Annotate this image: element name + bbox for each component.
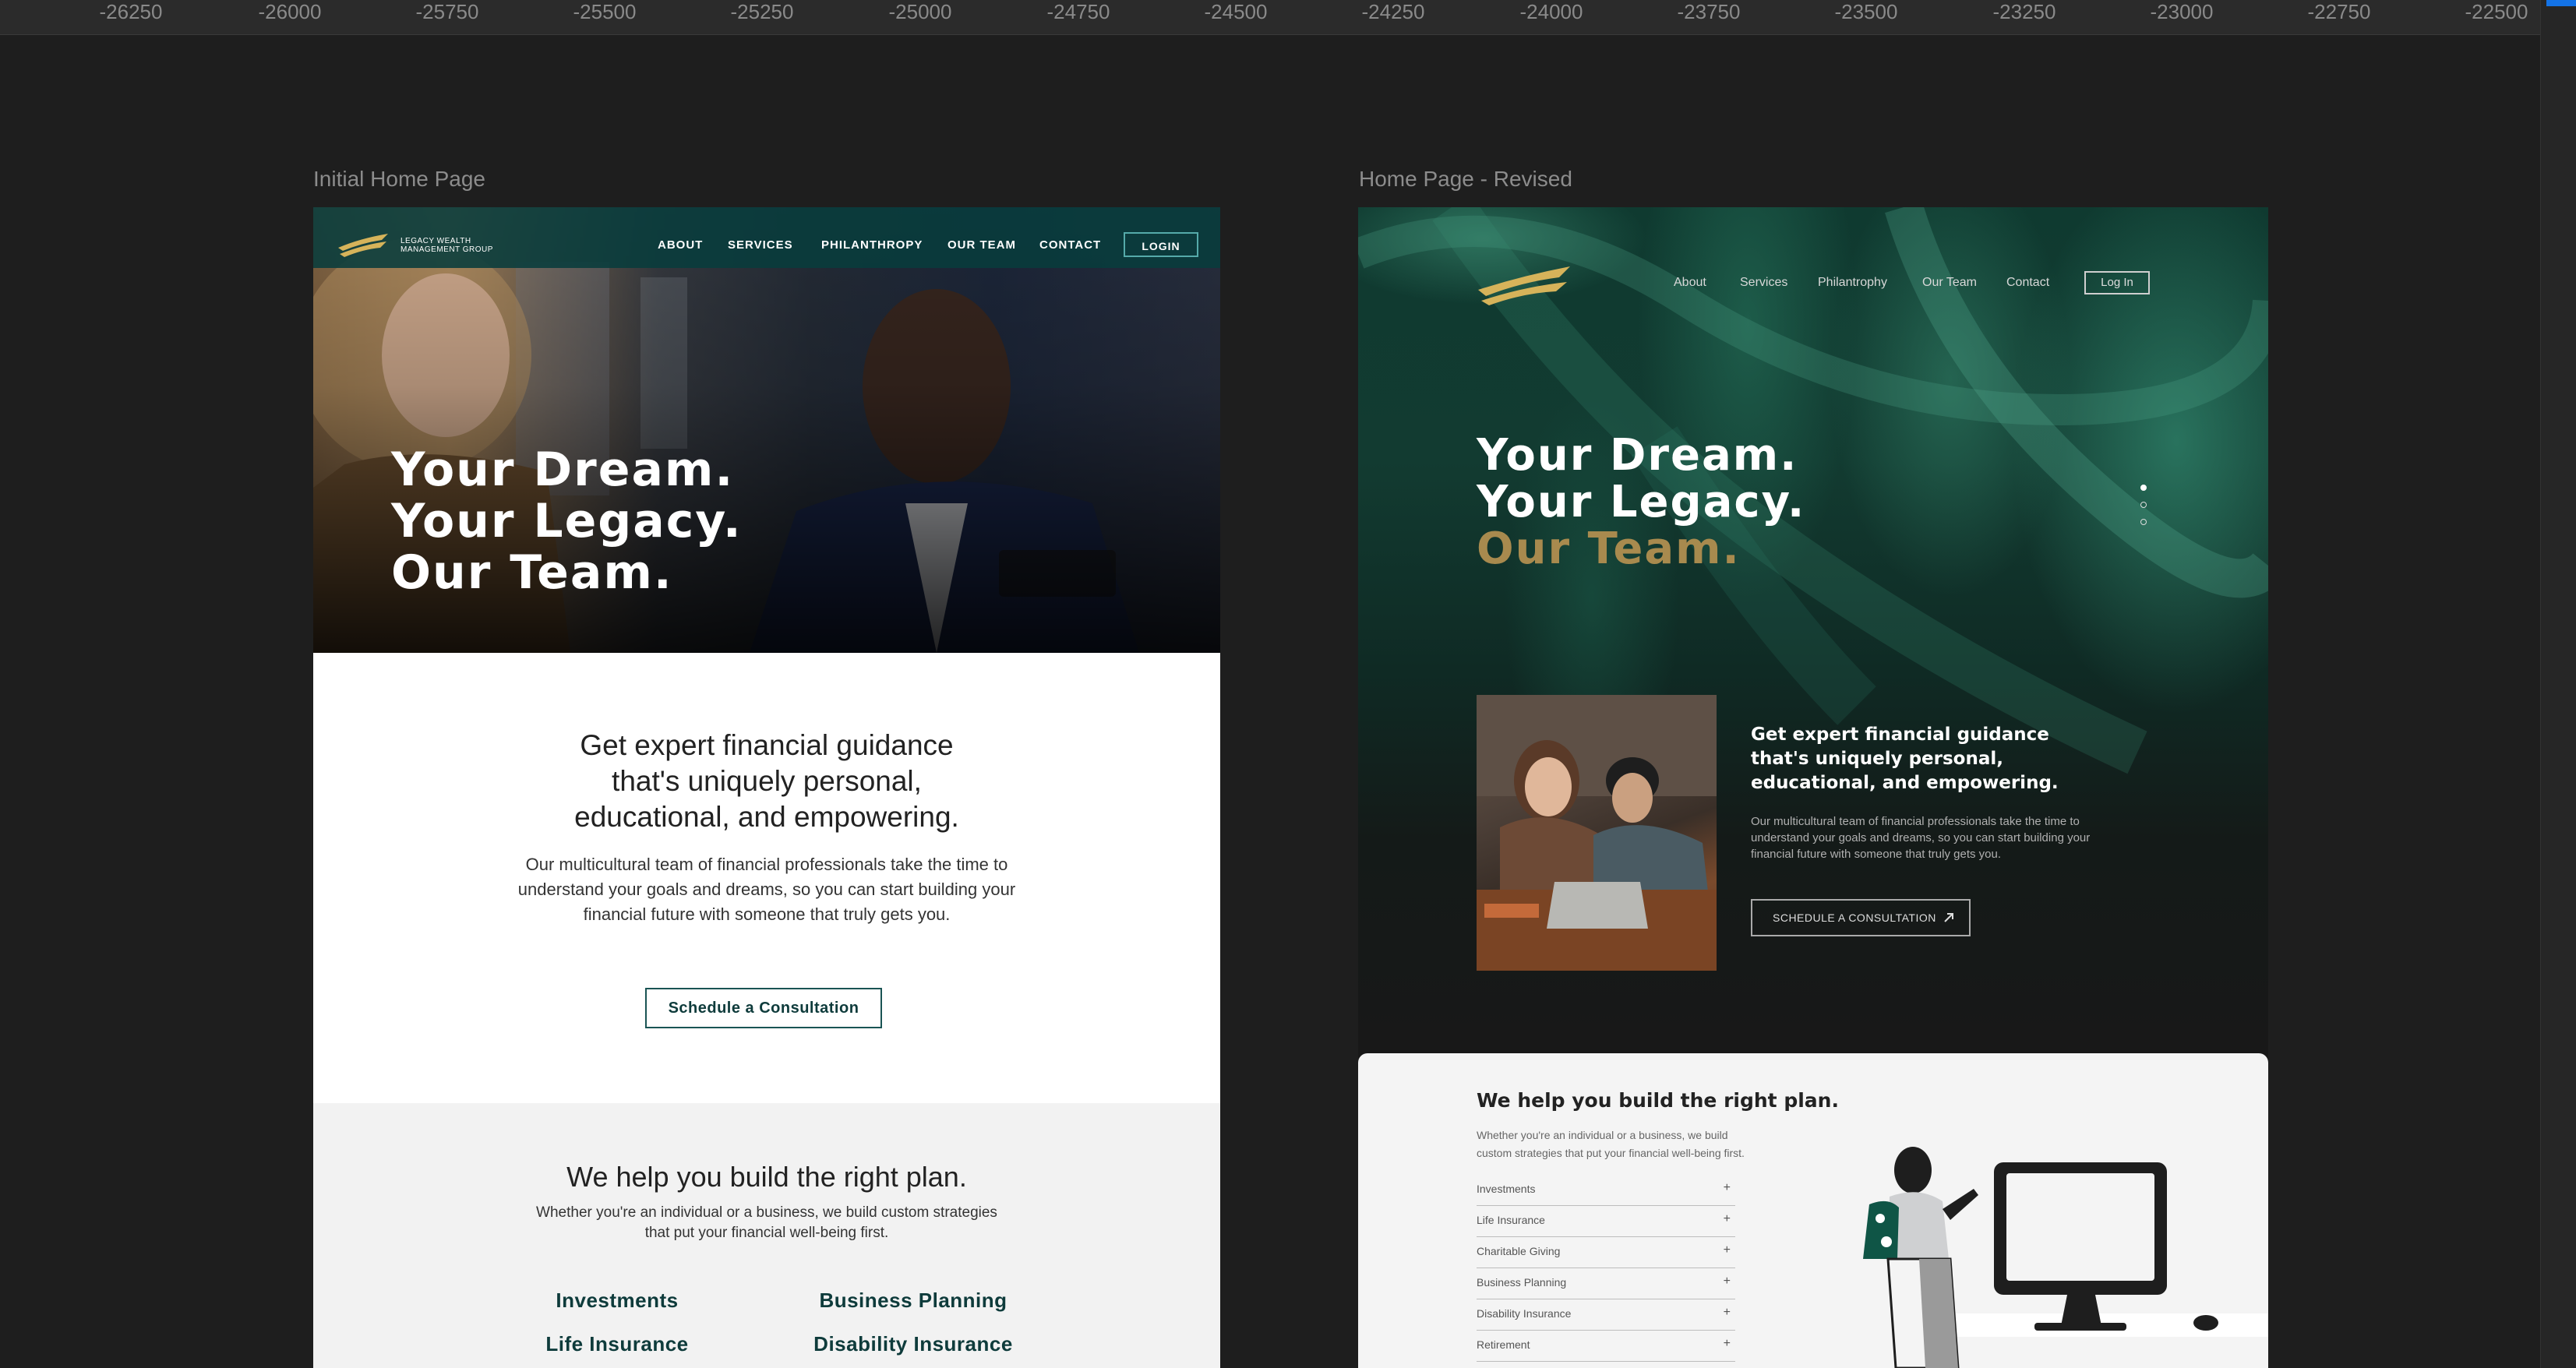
schedule-consultation-button[interactable]: Schedule a Consultation xyxy=(645,988,882,1028)
carousel-dot[interactable] xyxy=(2140,502,2147,508)
ruler-indicator xyxy=(2546,0,2576,6)
intro-body: Our multicultural team of financial prof… xyxy=(1751,815,2091,861)
ruler-tick: -22500 xyxy=(2465,0,2528,23)
plus-icon: + xyxy=(1723,1337,1731,1350)
hero-heading-line2: Your Legacy. xyxy=(1477,477,1806,527)
frame-revised-home-page[interactable]: About Services Philantrophy Our Team Con… xyxy=(1358,207,2268,1368)
nav-contact[interactable]: Contact xyxy=(2006,276,2049,290)
accordion-label: Charitable Giving xyxy=(1477,1245,1561,1257)
plan-body-line2: that put your financial well-being first… xyxy=(644,1225,889,1241)
ruler-tick: -24750 xyxy=(1046,0,1110,23)
accordion-label: Retirement xyxy=(1477,1338,1530,1351)
intro-heading-line3: educational, and empowering. xyxy=(574,801,959,833)
hero-heading-line3: Our Team. xyxy=(1477,524,1741,574)
intro-heading: Get expert financial guidance that's uni… xyxy=(1751,725,2059,793)
ruler-tick: -24500 xyxy=(1204,0,1268,23)
carousel-dot[interactable] xyxy=(2140,519,2147,525)
schedule-consultation-button[interactable]: SCHEDULE A CONSULTATION xyxy=(1751,899,1971,936)
plan-body: Whether you're an individual or a busine… xyxy=(1477,1129,1745,1159)
canvas-ruler: -26250 -26000 -25750 -25500 -25250 -2500… xyxy=(0,0,2576,35)
frame-label-revised[interactable]: Home Page - Revised xyxy=(1359,167,1572,192)
nav-services[interactable]: SERVICES xyxy=(728,238,793,252)
intro-body-line3: financial future with someone that truly… xyxy=(583,904,951,924)
accordion-row-charitable-giving[interactable]: Charitable Giving + xyxy=(1477,1239,1735,1268)
intro-heading-line2: that's uniquely personal, xyxy=(612,765,922,797)
nav-services[interactable]: Services xyxy=(1740,276,1787,290)
arrow-up-right-icon xyxy=(1944,913,1953,922)
service-business-planning[interactable]: Business Planning xyxy=(796,1289,1030,1313)
hero-heading-line3: Our Team. xyxy=(391,545,673,600)
plus-icon: + xyxy=(1723,1181,1731,1194)
ruler-tick: -23250 xyxy=(1992,0,2056,23)
nav-our-team[interactable]: OUR TEAM xyxy=(947,238,1016,252)
login-button[interactable]: LOGIN xyxy=(1124,232,1198,257)
accordion-row-investments[interactable]: Investments + xyxy=(1477,1176,1735,1206)
person-at-computer-illustration xyxy=(1863,1147,2268,1368)
ruler-tick: -25750 xyxy=(415,0,479,23)
team-photo xyxy=(1477,695,1717,971)
ruler-tick: -24250 xyxy=(1361,0,1425,23)
accordion-label: Disability Insurance xyxy=(1477,1307,1572,1320)
logo-text[interactable]: LEGACY WEALTH MANAGEMENT GROUP xyxy=(401,237,493,254)
accordion-label: Investments xyxy=(1477,1183,1536,1195)
plus-icon: + xyxy=(1723,1275,1731,1288)
intro-heading-line1: Get expert financial guidance xyxy=(580,729,954,761)
ruler-tick: -25500 xyxy=(573,0,637,23)
plus-icon: + xyxy=(1723,1212,1731,1225)
accordion-label: Business Planning xyxy=(1477,1276,1567,1289)
nav-philanthropy[interactable]: PHILANTHROPY xyxy=(821,238,923,252)
accordion-row-disability-insurance[interactable]: Disability Insurance + xyxy=(1477,1301,1735,1331)
ruler-tick: -25250 xyxy=(730,0,794,23)
frame-initial-home-page[interactable]: LEGACY WEALTH MANAGEMENT GROUP ABOUT SER… xyxy=(313,207,1220,1368)
nav-philanthropy[interactable]: Philantrophy xyxy=(1818,276,1887,290)
ruler-tick: -22750 xyxy=(2307,0,2371,23)
carousel-dot-active[interactable] xyxy=(2140,485,2147,491)
plus-icon: + xyxy=(1723,1306,1731,1319)
login-button[interactable]: Log In xyxy=(2084,271,2150,294)
accordion-row-retirement[interactable]: Retirement + xyxy=(1477,1332,1735,1362)
plan-heading: We help you build the right plan. xyxy=(1477,1089,1839,1112)
ruler-tick: -26250 xyxy=(99,0,163,23)
ruler-tick: -23500 xyxy=(1834,0,1898,23)
nav-our-team[interactable]: Our Team xyxy=(1922,276,1977,290)
ruler-tick: -25000 xyxy=(888,0,952,23)
legacy-logo-icon[interactable] xyxy=(337,231,391,257)
intro-body-line2: understand your goals and dreams, so you… xyxy=(517,880,1016,899)
ruler-tick: -24000 xyxy=(1519,0,1583,23)
hero-heading-line1: Your Dream. xyxy=(391,442,735,497)
intro-body-line1: Our multicultural team of financial prof… xyxy=(525,855,1008,874)
ruler-tick: -26000 xyxy=(258,0,322,23)
right-scroll-gutter[interactable] xyxy=(2540,0,2576,1368)
hero-heading-line2: Your Legacy. xyxy=(391,494,743,548)
accordion-label: Life Insurance xyxy=(1477,1214,1545,1226)
legacy-logo-icon[interactable] xyxy=(1475,263,1573,305)
schedule-consultation-label: SCHEDULE A CONSULTATION xyxy=(1773,911,1936,924)
service-disability-insurance[interactable]: Disability Insurance xyxy=(789,1332,1038,1356)
plus-icon: + xyxy=(1723,1243,1731,1257)
service-life-insurance[interactable]: Life Insurance xyxy=(516,1332,718,1356)
frame-label-initial[interactable]: Initial Home Page xyxy=(313,167,485,192)
plan-body-line1: Whether you're an individual or a busine… xyxy=(536,1204,997,1221)
ruler-tick: -23000 xyxy=(2150,0,2214,23)
nav-about[interactable]: About xyxy=(1674,276,1706,290)
nav-about[interactable]: ABOUT xyxy=(658,238,703,252)
plan-heading: We help you build the right plan. xyxy=(566,1161,967,1193)
hero-heading-line1: Your Dream. xyxy=(1477,430,1798,481)
ruler-tick: -23750 xyxy=(1677,0,1741,23)
nav-contact[interactable]: CONTACT xyxy=(1039,238,1101,252)
team-photo-illustration xyxy=(1477,695,1717,971)
accordion-row-life-insurance[interactable]: Life Insurance + xyxy=(1477,1208,1735,1237)
service-investments[interactable]: Investments xyxy=(524,1289,711,1313)
accordion-row-business-planning[interactable]: Business Planning + xyxy=(1477,1270,1735,1299)
